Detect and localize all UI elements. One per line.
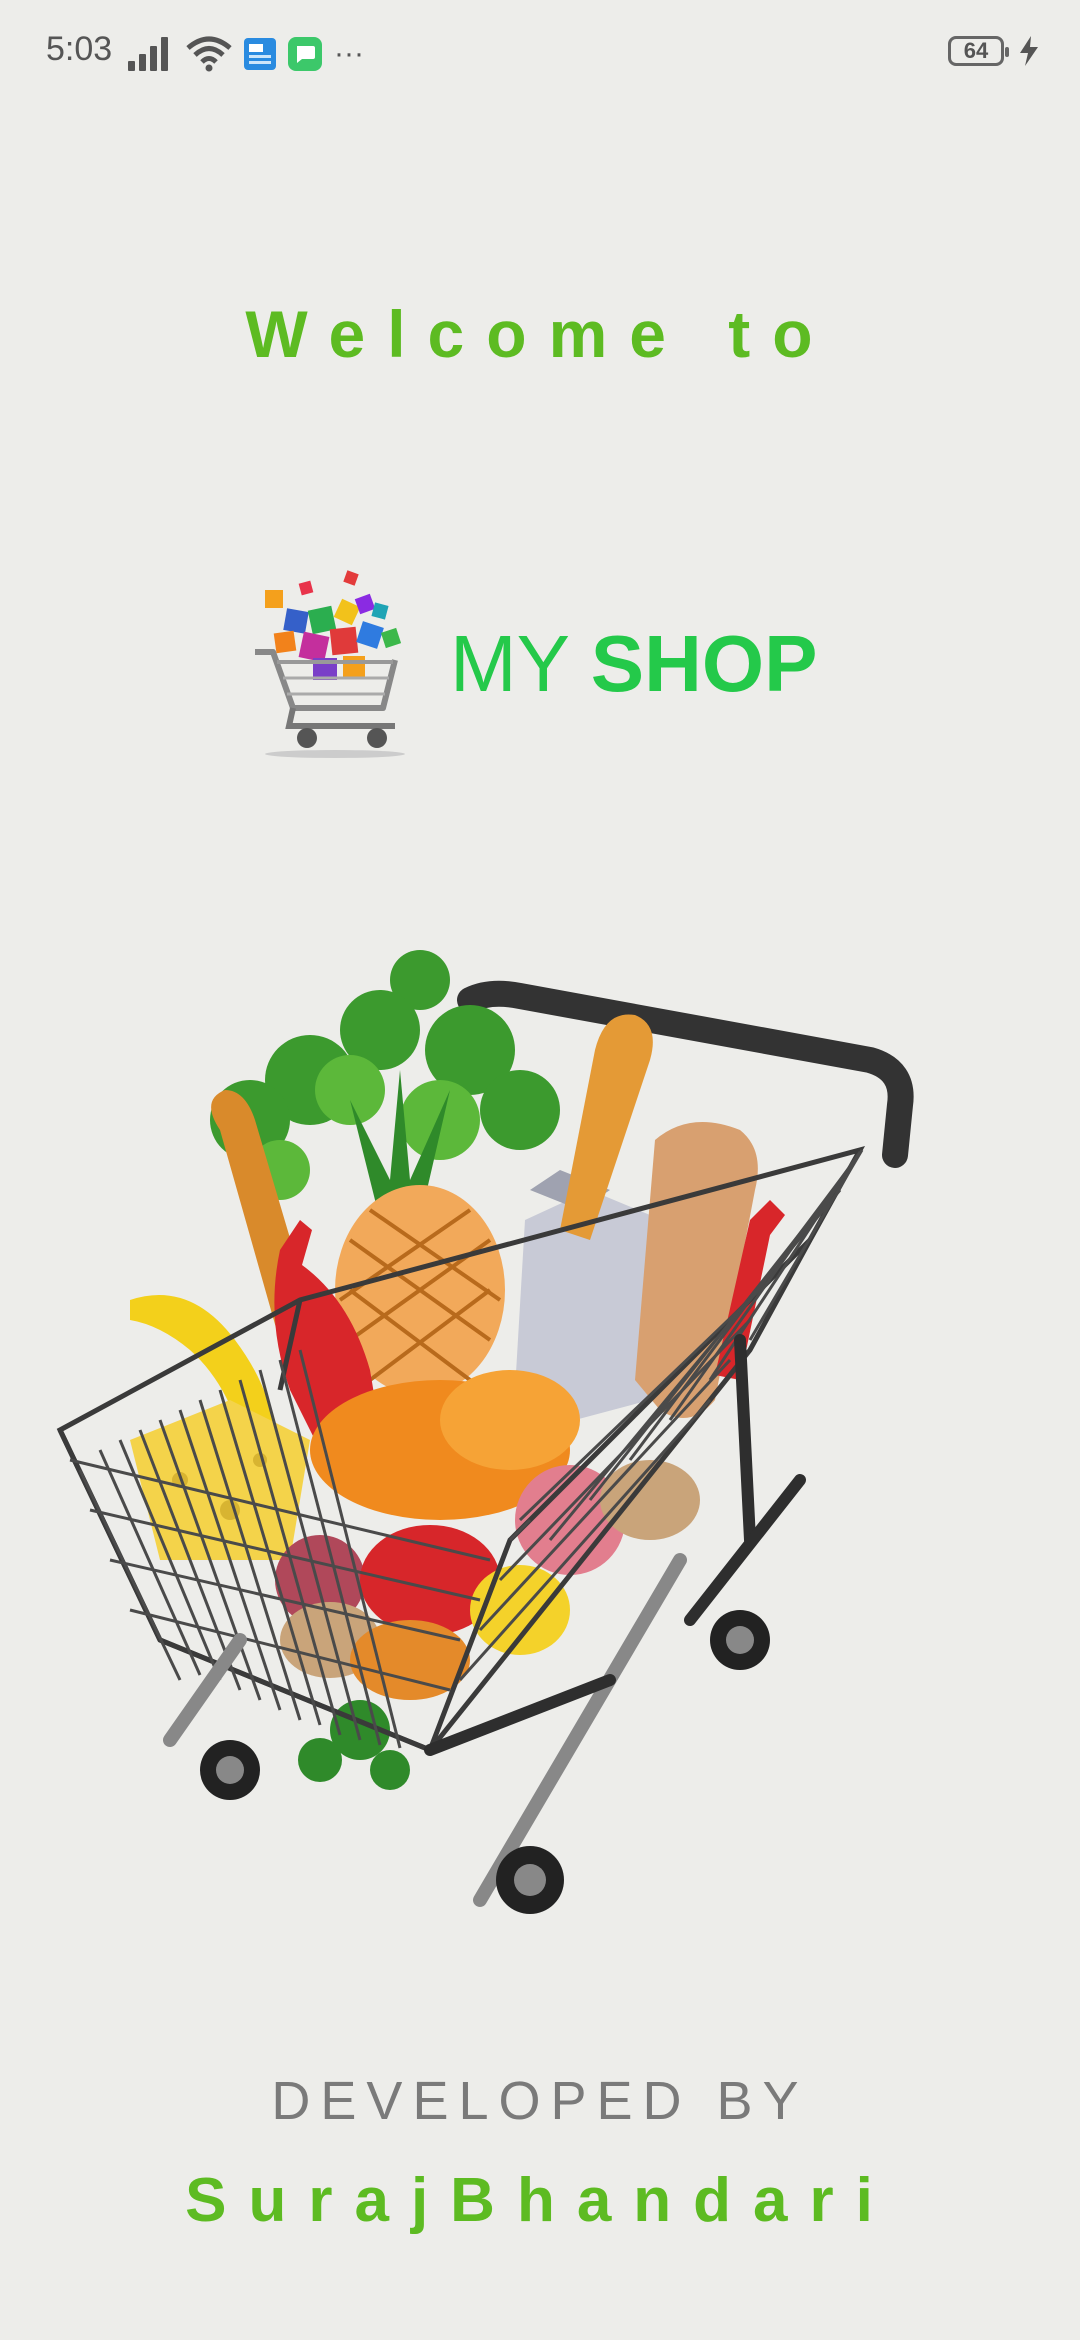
news-app-icon <box>244 38 276 70</box>
battery-icon: 64 <box>948 36 1009 66</box>
status-icons: ··· <box>128 32 364 76</box>
battery-level: 64 <box>963 38 989 63</box>
more-notifications-icon: ··· <box>334 37 364 70</box>
developer-name: SurajBhandari <box>185 2166 895 2235</box>
signal-icon <box>128 37 168 71</box>
logo-cart-icon <box>255 570 405 758</box>
wifi-icon <box>186 36 232 72</box>
status-time: 5:03 <box>46 30 113 68</box>
logo-text-my: MY <box>450 619 591 708</box>
logo-text-shop: SHOP <box>590 619 818 708</box>
status-right: 64 <box>948 36 1040 66</box>
message-app-icon <box>288 37 322 71</box>
grocery-cart-illustration <box>56 950 914 1914</box>
welcome-heading: Welcome to <box>245 297 835 371</box>
my-shop-logo: MY SHOP <box>255 560 818 760</box>
status-bar: 5:03 ··· 64 <box>0 0 1080 110</box>
logo-text: MY SHOP <box>450 618 818 710</box>
developed-by-label: DEVELOPED BY <box>271 2071 809 2131</box>
charging-icon <box>1020 36 1038 66</box>
